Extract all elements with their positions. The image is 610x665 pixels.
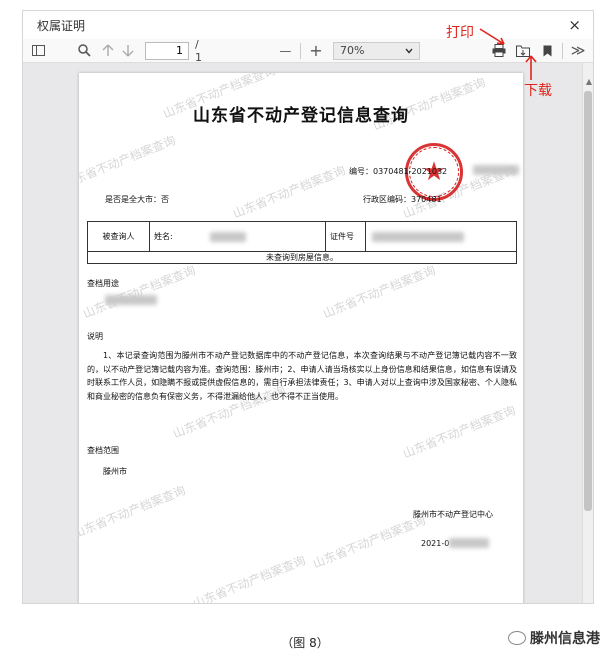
record-number: 编号：0370481-2021032 <box>349 166 447 177</box>
print-annotation: 打印 <box>446 25 474 41</box>
toolbar-divider <box>300 42 301 59</box>
redacted-id <box>372 232 464 242</box>
dialog-title: 权属证明 <box>37 18 86 33</box>
chevron-down-icon <box>405 44 413 57</box>
notes-text: 1、本记录查询范围为滕州市不动产登记数据库中的不动产登记信息，本次查询结果与不动… <box>87 351 517 401</box>
watermark: 山东省不动产档案查询 <box>190 552 308 604</box>
scroll-up-icon[interactable]: ▲ <box>586 77 592 86</box>
document-title: 山东省不动产登记信息查询 <box>193 106 409 126</box>
download-arrow-icon <box>525 55 537 80</box>
region-code: 行政区编码：370481 <box>363 195 442 204</box>
issue-date: 2021-0 <box>421 539 450 548</box>
notes-label: 说明 <box>87 332 103 341</box>
search-icon[interactable] <box>75 41 93 61</box>
previous-page-icon[interactable] <box>99 41 117 61</box>
page-number-input[interactable] <box>145 41 189 60</box>
watermark: 山东省不动产档案查询 <box>79 132 178 191</box>
scroll-thumb[interactable] <box>584 91 592 511</box>
print-arrow-icon <box>479 28 505 45</box>
zoom-out-button[interactable]: — <box>276 41 294 61</box>
watermark: 山东省不动产档案查询 <box>79 482 188 541</box>
watermark: 山东省不动产档案查询 <box>230 162 348 221</box>
whole-city-flag: 是否是全大市：否 <box>105 195 169 204</box>
document-page: 山东省不动产档案查询 山东省不动产档案查询 山东省不动产档案查询 山东省不动产档… <box>79 73 523 604</box>
subject-label: 被查询人 <box>87 221 150 252</box>
watermark: 山东省不动产档案查询 <box>310 512 428 571</box>
vertical-scrollbar[interactable]: ▲ <box>582 63 593 603</box>
redacted-number <box>473 165 519 175</box>
brand-name: 滕州信息港 <box>530 631 600 647</box>
certificate-dialog: 权属证明 × / 1 — + 70% <box>22 10 594 604</box>
wechat-icon <box>508 631 526 645</box>
page-total: / 1 <box>195 37 202 64</box>
zoom-value: 70% <box>339 44 365 57</box>
name-label: 姓名: <box>154 232 173 241</box>
close-icon[interactable]: × <box>568 17 581 33</box>
redacted-name <box>210 232 246 242</box>
redacted-date <box>449 538 489 548</box>
more-tools-icon[interactable]: ≫ <box>569 41 587 61</box>
brand-logo: 滕州信息港 <box>508 628 600 648</box>
scope-label: 查档范围 <box>87 446 119 455</box>
id-cell <box>365 221 517 252</box>
zoom-select[interactable]: 70% <box>332 41 421 60</box>
document-viewer[interactable]: 山东省不动产档案查询 山东省不动产档案查询 山东省不动产档案查询 山东省不动产档… <box>23 63 593 604</box>
query-table: 被查询人 姓名: 证件号 未查询到房屋信息。 <box>87 221 517 264</box>
watermark: 山东省不动产档案查询 <box>80 262 198 321</box>
redacted-purpose <box>105 295 157 305</box>
watermark: 山东省不动产档案查询 <box>400 402 518 461</box>
query-result: 未查询到房屋信息。 <box>87 251 517 264</box>
name-cell: 姓名: <box>149 221 326 252</box>
zoom-in-button[interactable]: + <box>307 41 325 61</box>
next-page-icon[interactable] <box>119 41 137 61</box>
download-annotation: 下载 <box>524 83 552 99</box>
scope-value: 滕州市 <box>103 467 127 476</box>
purpose-label: 查档用途 <box>87 279 119 288</box>
record-number-label: 编号： <box>349 167 373 176</box>
watermark: 山东省不动产档案查询 <box>320 262 438 321</box>
issuer: 滕州市不动产登记中心 <box>413 510 493 519</box>
record-number-value: 0370481-2021032 <box>373 167 448 176</box>
id-label: 证件号 <box>325 221 366 252</box>
bookmark-icon[interactable] <box>538 41 556 61</box>
toolbar-divider <box>562 42 564 59</box>
sidebar-toggle-icon[interactable] <box>29 41 47 61</box>
